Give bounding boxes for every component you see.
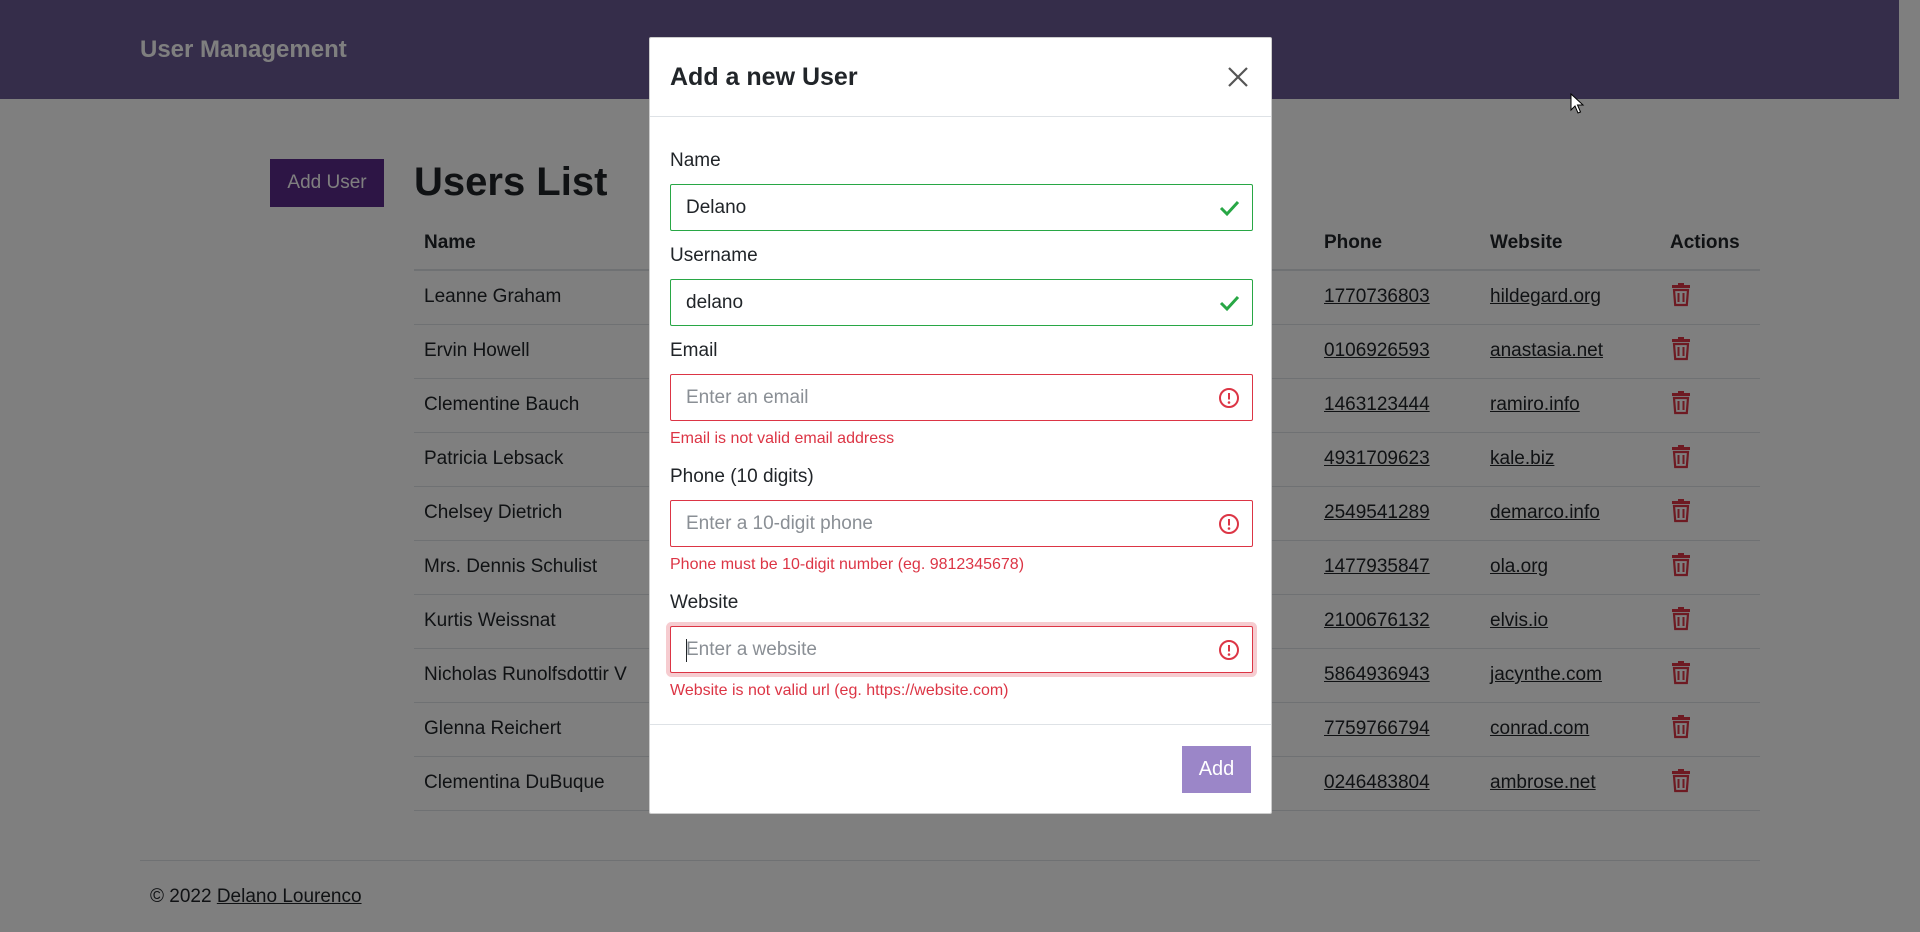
exclamation-circle-icon xyxy=(1219,514,1239,534)
phone-label: Phone (10 digits) xyxy=(670,466,814,487)
add-button[interactable]: Add xyxy=(1182,746,1251,793)
modal-title: Add a new User xyxy=(670,63,858,91)
close-icon xyxy=(1228,67,1248,87)
email-label: Email xyxy=(670,340,718,361)
check-icon xyxy=(1219,295,1240,312)
name-input[interactable] xyxy=(671,185,1252,230)
username-label: Username xyxy=(670,245,758,266)
website-input[interactable] xyxy=(671,627,1252,672)
website-error: Website is not valid url (eg. https://we… xyxy=(670,682,1009,699)
phone-input[interactable] xyxy=(671,501,1252,546)
phone-error: Phone must be 10-digit number (eg. 98123… xyxy=(670,556,1025,573)
modal-header: Add a new User xyxy=(650,38,1271,117)
mouse-pointer-icon xyxy=(1570,93,1585,114)
exclamation-circle-icon xyxy=(1219,640,1239,660)
email-error: Email is not valid email address xyxy=(670,430,895,447)
add-user-modal: Add a new User Name Username Email Email… xyxy=(649,37,1272,814)
phone-field-wrapper xyxy=(670,500,1253,547)
name-field-wrapper xyxy=(670,184,1253,231)
username-field-wrapper xyxy=(670,279,1253,326)
email-input[interactable] xyxy=(671,375,1252,420)
exclamation-circle-icon xyxy=(1219,388,1239,408)
email-field-wrapper xyxy=(670,374,1253,421)
close-button[interactable] xyxy=(1225,64,1251,90)
website-field-wrapper xyxy=(670,626,1253,673)
website-label: Website xyxy=(670,592,739,613)
modal-footer: Add xyxy=(650,724,1271,814)
username-input[interactable] xyxy=(671,280,1252,325)
name-label: Name xyxy=(670,150,721,171)
text-caret xyxy=(686,639,687,662)
check-icon xyxy=(1219,200,1240,217)
